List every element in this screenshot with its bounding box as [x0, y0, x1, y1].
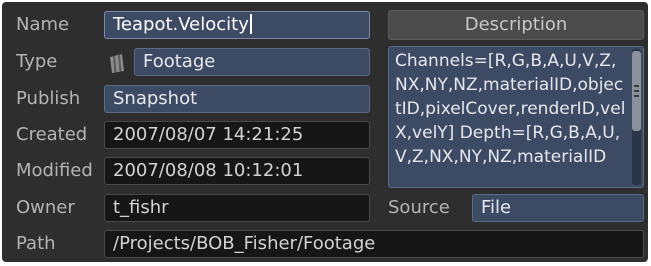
- text-caret: [249, 14, 252, 34]
- asset-properties-panel: Name Teapot.Velocity Type Footage Publis…: [2, 2, 648, 262]
- type-label: Type: [16, 51, 58, 72]
- grip-line: [634, 95, 639, 97]
- source-field[interactable]: File: [472, 194, 644, 222]
- source-label: Source: [388, 197, 450, 218]
- name-label: Name: [16, 14, 70, 35]
- publish-field[interactable]: Snapshot: [104, 85, 370, 113]
- footage-icon: [110, 54, 124, 73]
- publish-label: Publish: [16, 88, 81, 109]
- type-field[interactable]: Footage: [134, 48, 370, 76]
- path-label: Path: [16, 233, 56, 254]
- description-scrollbar[interactable]: [632, 49, 641, 185]
- created-label: Created: [16, 124, 88, 145]
- name-field[interactable]: Teapot.Velocity: [104, 11, 370, 39]
- modified-label: Modified: [16, 160, 93, 181]
- path-field[interactable]: /Projects/BOB_Fisher/Footage: [104, 230, 644, 258]
- created-field: 2007/08/07 14:21:25: [104, 121, 370, 149]
- description-header: Description: [388, 10, 644, 40]
- owner-label: Owner: [16, 197, 75, 218]
- name-value: Teapot.Velocity: [113, 14, 249, 35]
- owner-field[interactable]: t_fishr: [104, 194, 370, 222]
- grip-line: [634, 90, 639, 92]
- description-text: Channels=[R,G,B,A,U,V,Z,NX,NY,NZ,materia…: [395, 51, 626, 167]
- modified-field: 2007/08/08 10:12:01: [104, 157, 370, 185]
- grip-line: [634, 85, 639, 87]
- scrollbar-thumb[interactable]: [632, 51, 641, 131]
- description-box[interactable]: Channels=[R,G,B,A,U,V,Z,NX,NY,NZ,materia…: [388, 46, 644, 188]
